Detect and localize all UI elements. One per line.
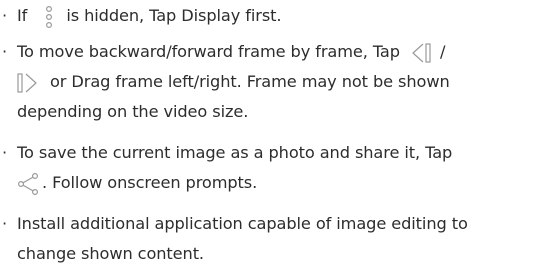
note-1-text-after: is hidden, Tap Display first.	[66, 6, 282, 25]
note-2-slash: /	[439, 42, 446, 61]
note-4-text-line-1: Install additional application capable o…	[17, 214, 468, 233]
note-3-line-2: . Follow onscreen prompts.	[0, 168, 257, 198]
note-4-line-1: · Install additional application capable …	[0, 209, 468, 239]
note-2-text-line-1: To move backward/forward frame by frame,…	[17, 42, 400, 61]
vertical-ellipsis-menu-icon	[40, 5, 58, 29]
note-2-line-1: · To move backward/forward frame by frame…	[0, 37, 445, 67]
previous-frame-icon	[409, 41, 437, 65]
bullet: ·	[2, 143, 8, 162]
note-3-text-line-2: . Follow onscreen prompts.	[42, 173, 258, 192]
note-3-text-line-1: To save the current image as a photo and…	[17, 143, 453, 162]
note-3-line-1: · To save the current image as a photo an…	[0, 138, 452, 168]
bullet: ·	[2, 6, 8, 25]
share-icon	[16, 172, 40, 196]
note-4-line-2: change shown content.	[0, 239, 204, 269]
note-4-text-line-2: change shown content.	[17, 244, 204, 263]
bullet: ·	[2, 42, 8, 61]
bullet: ·	[2, 214, 8, 233]
note-2-line-3: depending on the video size.	[0, 97, 248, 127]
note-2-text-line-2: or Drag frame left/right. Frame may not …	[50, 72, 450, 91]
note-1-text-before: If	[17, 6, 28, 25]
note-1-line-1: · If is hidden, Tap Display first.	[0, 1, 282, 31]
note-2-line-2: or Drag frame left/right. Frame may not …	[0, 67, 450, 97]
next-frame-icon	[16, 71, 44, 95]
note-2-text-line-3: depending on the video size.	[17, 102, 249, 121]
